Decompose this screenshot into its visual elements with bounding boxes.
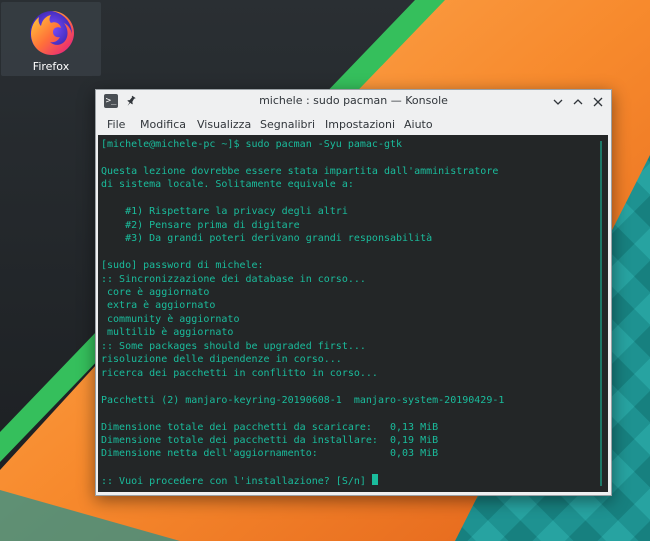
maximize-icon[interactable] [570,94,586,110]
terminal-line: :: Some packages should be upgraded firs… [101,340,366,352]
menu-modifica[interactable]: Modifica [140,118,186,131]
terminal-line: extra è aggiornato [101,300,216,312]
terminal-line: #2) Pensare prima di digitare [101,219,300,231]
terminal-line: risoluzione delle dipendenze in corso... [101,354,342,366]
scrollbar-track[interactable] [600,141,602,486]
window-title: michele : sudo pacman — Konsole [259,94,448,107]
terminal-line: :: Sincronizzazione dei database in cors… [101,273,366,285]
firefox-icon [30,11,74,55]
terminal-area[interactable]: [michele@michele-pc ~]$ sudo pacman -Syu… [98,135,608,492]
terminal-line: ricerca dei pacchetti in conflitto in co… [101,367,378,379]
menu-file[interactable]: File [107,118,125,131]
minimize-icon[interactable] [550,94,566,110]
text-cursor [371,474,378,486]
menu-segnalibri[interactable]: Segnalibri [260,118,315,131]
menu-visualizza[interactable]: Visualizza [197,118,251,131]
terminal-line: [sudo] password di michele: [101,260,264,272]
desktop-icon-label: Firefox [32,60,70,73]
terminal-scrollbar[interactable] [598,141,604,486]
window-titlebar[interactable]: >_ michele : sudo pacman — Konsole [96,90,611,114]
close-icon[interactable] [590,94,606,110]
terminal-line: di sistema locale. Solitamente equivale … [101,179,354,191]
terminal-output: [michele@michele-pc ~]$ sudo pacman -Syu… [101,138,504,489]
terminal-line: Dimensione totale dei pacchetti da scari… [101,421,439,433]
menu-bar: File Modifica Visualizza Segnalibri Impo… [96,114,611,135]
terminal-line: Dimensione netta dell'aggiornamento: 0,0… [101,448,439,460]
menu-aiuto[interactable]: Aiuto [404,118,433,131]
menu-impostazioni[interactable]: Impostazioni [325,118,395,131]
terminal-line: #1) Rispettare la privacy degli altri [101,206,348,218]
terminal-line: community è aggiornato [101,313,240,325]
terminal-line: #3) Da grandi poteri derivano grandi res… [101,233,433,245]
konsole-window[interactable]: >_ michele : sudo pacman — Konsole File … [95,89,612,496]
terminal-line: Questa lezione dovrebbe essere stata imp… [101,165,499,177]
desktop-icon-firefox[interactable]: Firefox [1,2,101,76]
terminal-line: Pacchetti (2) manjaro-keyring-20190608-1… [101,394,505,406]
terminal-line: [michele@michele-pc ~]$ sudo pacman -Syu… [101,139,403,150]
terminal-line: Dimensione totale dei pacchetti da insta… [101,434,439,446]
terminal-line: core è aggiornato [101,286,210,298]
terminal-prompt: :: Vuoi procedere con l'installazione? [… [101,476,372,488]
terminal-line: multilib è aggiornato [101,327,234,339]
